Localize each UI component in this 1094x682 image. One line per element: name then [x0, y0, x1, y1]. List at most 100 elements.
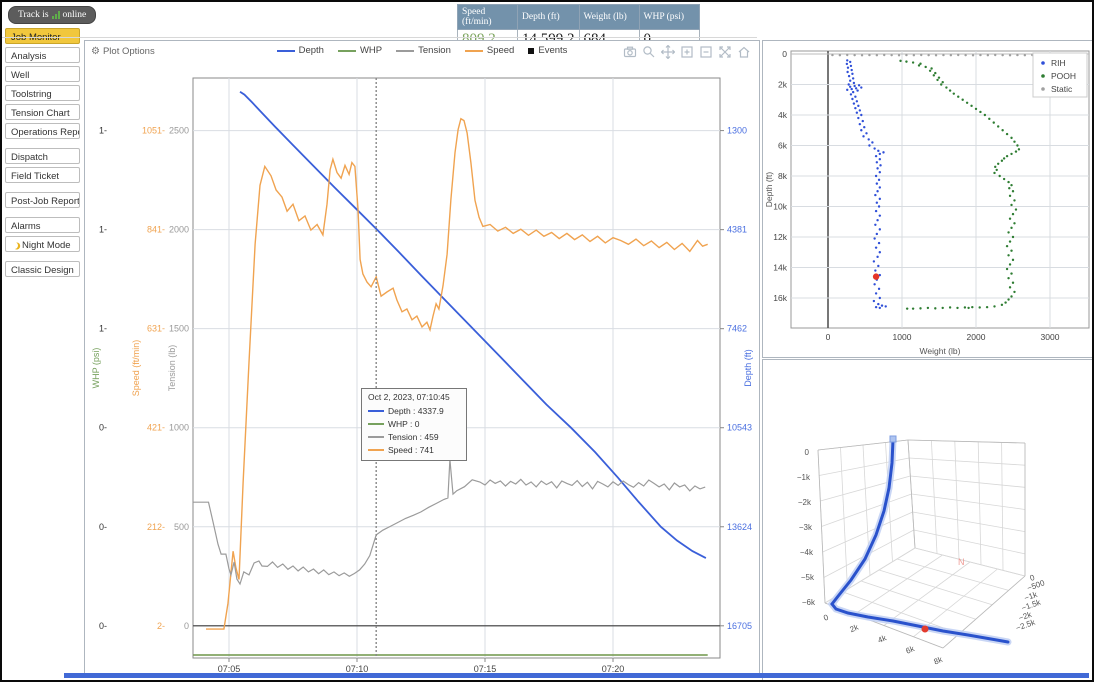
sidebar-item-job-monitor[interactable]: Job Monitor [5, 28, 80, 44]
svg-text:2000: 2000 [169, 225, 189, 235]
svg-text:500: 500 [174, 522, 189, 532]
hover-tooltip: Oct 2, 2023, 07:10:45 Depth : 4337.9 WHP … [361, 388, 467, 461]
sidebar-item-label: Field Ticket [11, 171, 59, 182]
signal-icon [52, 11, 60, 19]
sidebar-item-label: Night Mode [22, 240, 71, 251]
tooltip-value: WHP : 0 [388, 419, 420, 429]
svg-text:0: 0 [184, 621, 189, 631]
svg-text:1000: 1000 [893, 332, 912, 342]
stat-header: Speed (ft/min) [458, 5, 518, 30]
svg-text:4381: 4381 [727, 225, 747, 235]
line-swatch-icon [368, 423, 384, 425]
track-status-post: online [63, 10, 87, 20]
sidebar-item-post-job-report[interactable]: Post-Job Report [5, 192, 80, 208]
svg-text:RIH: RIH [1051, 58, 1066, 68]
stat-header: Depth (ft) [518, 5, 580, 30]
svg-text:10543: 10543 [727, 423, 752, 433]
bottom-window-edge [64, 673, 1089, 678]
svg-text:0-: 0- [99, 621, 107, 631]
svg-text:3000: 3000 [1041, 332, 1060, 342]
tooltip-row-tension: Tension : 459 [368, 430, 460, 443]
header-divider [2, 37, 757, 38]
tooltip-timestamp: Oct 2, 2023, 07:10:45 [368, 392, 460, 402]
svg-text:−500: −500 [1026, 578, 1047, 593]
svg-text:14k: 14k [773, 263, 787, 273]
svg-text:Depth (ft): Depth (ft) [743, 349, 753, 387]
sidebar-item-well[interactable]: Well [5, 66, 80, 82]
svg-text:1-: 1- [99, 126, 107, 136]
svg-text:0: 0 [822, 612, 830, 622]
tooltip-row-depth: Depth : 4337.9 [368, 404, 460, 417]
stat-header: WHP (psi) [639, 5, 699, 30]
svg-text:13624: 13624 [727, 522, 752, 532]
svg-text:2000: 2000 [967, 332, 986, 342]
line-swatch-icon [368, 436, 384, 438]
tooltip-row-speed: Speed : 741 [368, 443, 460, 456]
track-status-button[interactable]: Track is online [8, 6, 96, 24]
sidebar-item-label: Analysis [11, 51, 46, 62]
well-trajectory-3d-panel: N0−1k−2k−3k−4k−5k−6k02k4k6k8k0−500−1k−1.… [762, 359, 1094, 681]
svg-text:8k: 8k [778, 171, 788, 181]
well-trajectory-3d-chart[interactable]: N0−1k−2k−3k−4k−5k−6k02k4k6k8k0−500−1k−1.… [763, 360, 1093, 680]
sidebar-item-field-ticket[interactable]: Field Ticket [5, 167, 80, 183]
sidebar-item-night-mode[interactable]: Night Mode [5, 236, 80, 252]
stat-header: Weight (lb) [579, 5, 639, 30]
svg-text:0: 0 [782, 49, 787, 59]
sidebar-item-classic-design[interactable]: Classic Design [5, 261, 80, 277]
svg-text:POOH: POOH [1051, 71, 1076, 81]
svg-text:−1k: −1k [797, 473, 811, 482]
svg-text:212-: 212- [147, 522, 165, 532]
svg-text:8k: 8k [932, 655, 944, 667]
current-position-marker-3d [922, 626, 929, 633]
tooltip-row-whp: WHP : 0 [368, 417, 460, 430]
svg-text:−4k: −4k [800, 548, 814, 557]
svg-text:2k: 2k [848, 622, 860, 634]
svg-text:12k: 12k [773, 232, 787, 242]
sidebar-item-operations-report[interactable]: Operations Report [5, 123, 80, 139]
svg-text:0: 0 [826, 332, 831, 342]
svg-text:WHP (psi): WHP (psi) [91, 348, 101, 389]
sidebar-item-dispatch[interactable]: Dispatch [5, 148, 80, 164]
timeseries-chart[interactable]: 1-1-1-0-0-0-1051-841-631-421-212-2-25002… [85, 41, 761, 675]
svg-text:1500: 1500 [169, 324, 189, 334]
svg-text:1-: 1- [99, 225, 107, 235]
svg-text:2k: 2k [778, 80, 788, 90]
sidebar-item-toolstring[interactable]: Toolstring [5, 85, 80, 101]
sidebar-item-alarms[interactable]: Alarms [5, 217, 80, 233]
job-monitor-chart-panel: ⚙ Plot Options DepthWHPTensionSpeedEvent… [84, 40, 760, 674]
svg-text:0-: 0- [99, 522, 107, 532]
svg-text:−1.5k: −1.5k [1020, 597, 1043, 613]
svg-text:7462: 7462 [727, 324, 747, 334]
svg-text:841-: 841- [147, 225, 165, 235]
svg-text:Depth (ft): Depth (ft) [764, 172, 774, 208]
svg-text:−2k: −2k [798, 498, 812, 507]
svg-text:1000: 1000 [169, 423, 189, 433]
weight-depth-scatter-panel: 010002000300002k4k6k8k10k12k14k16kWeight… [762, 40, 1094, 358]
sidebar-item-tension-chart[interactable]: Tension Chart [5, 104, 80, 120]
moon-icon [10, 241, 19, 250]
sidebar-nav: Job Monitor Analysis Well Toolstring Tension… [4, 28, 81, 280]
svg-text:1051-: 1051- [142, 126, 165, 136]
sidebar-item-label: Tension Chart [11, 108, 70, 119]
svg-text:6k: 6k [778, 141, 788, 151]
weight-depth-scatter-chart[interactable]: 010002000300002k4k6k8k10k12k14k16kWeight… [763, 41, 1093, 357]
track-status-pre: Track is [18, 10, 49, 20]
svg-text:0: 0 [805, 448, 810, 457]
app-window: Track is online Job Monitor Analysis Well T… [0, 0, 1094, 682]
sidebar-item-analysis[interactable]: Analysis [5, 47, 80, 63]
svg-text:−5k: −5k [801, 573, 815, 582]
current-position-marker [873, 273, 879, 279]
svg-text:16705: 16705 [727, 621, 752, 631]
svg-text:4k: 4k [778, 110, 788, 120]
sidebar-item-label: Dispatch [11, 152, 48, 163]
svg-text:2500: 2500 [169, 126, 189, 136]
line-swatch-icon [368, 410, 384, 412]
svg-text:Tension (lb): Tension (lb) [167, 345, 177, 392]
sidebar-item-label: Operations Report [11, 127, 80, 138]
sidebar-item-label: Post-Job Report [11, 196, 80, 207]
sidebar-item-label: Alarms [11, 221, 41, 232]
svg-text:16k: 16k [773, 293, 787, 303]
sidebar-item-label: Toolstring [11, 89, 52, 100]
svg-text:2-: 2- [157, 621, 165, 631]
svg-text:631-: 631- [147, 324, 165, 334]
